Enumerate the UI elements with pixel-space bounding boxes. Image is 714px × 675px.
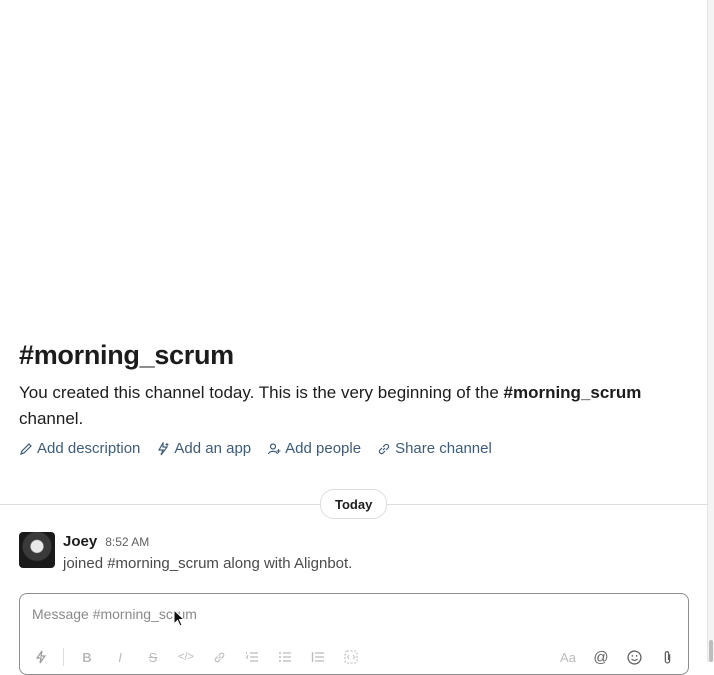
message-timestamp[interactable]: 8:52 AM (105, 532, 149, 552)
message-composer[interactable]: B I S </> Aa @ (19, 593, 689, 675)
message-input[interactable] (30, 605, 674, 623)
code-icon[interactable]: </> (175, 648, 197, 666)
add-description-button[interactable]: Add description (19, 440, 140, 457)
ordered-list-icon[interactable] (241, 648, 263, 666)
message-item[interactable]: Joey 8:52 AM joined #morning_scrum along… (19, 532, 352, 574)
channel-intro-text: You created this channel today. This is … (19, 380, 679, 432)
intro-suffix: channel. (19, 409, 84, 428)
channel-title: #morning_scrum (19, 340, 234, 370)
share-channel-label: Share channel (395, 440, 492, 457)
shortcuts-icon[interactable] (30, 648, 52, 666)
message-author[interactable]: Joey (63, 532, 97, 552)
add-app-label: Add an app (174, 440, 252, 457)
avatar[interactable] (19, 532, 55, 568)
composer-toolbar: B I S </> Aa @ (30, 648, 678, 666)
emoji-icon[interactable] (623, 648, 645, 666)
link-icon (378, 443, 390, 454)
add-people-button[interactable]: Add people (267, 440, 361, 457)
scrollbar-track[interactable] (707, 0, 714, 662)
channel-intro: #morning_scrum You created this channel … (19, 338, 679, 432)
mouse-cursor-icon (173, 608, 186, 627)
lightning-plus-icon (158, 441, 169, 455)
channel-actions: Add description Add an app Add people Sh… (19, 440, 492, 457)
intro-prefix: You created this channel today. This is … (19, 383, 504, 402)
link-icon[interactable] (208, 648, 230, 666)
formatting-icon[interactable]: Aa (557, 648, 579, 666)
day-divider-pill[interactable]: Today (320, 489, 388, 519)
code-block-icon[interactable] (340, 648, 362, 666)
scrollbar-thumb[interactable] (709, 640, 713, 662)
add-app-button[interactable]: Add an app (156, 440, 251, 457)
bulleted-list-icon[interactable] (274, 648, 296, 666)
message-header: Joey 8:52 AM (63, 532, 352, 552)
mention-icon[interactable]: @ (590, 648, 612, 666)
strikethrough-icon[interactable]: S (142, 648, 164, 666)
share-channel-button[interactable]: Share channel (377, 440, 492, 457)
blockquote-icon[interactable] (307, 648, 329, 666)
add-description-label: Add description (37, 440, 141, 457)
add-people-label: Add people (285, 440, 362, 457)
message-body: Joey 8:52 AM joined #morning_scrum along… (63, 532, 352, 574)
toolbar-separator (63, 648, 64, 666)
intro-channel-name: #morning_scrum (503, 383, 642, 402)
bold-icon[interactable]: B (76, 648, 98, 666)
person-plus-icon (268, 442, 281, 454)
attach-icon[interactable] (656, 648, 678, 666)
italic-icon[interactable]: I (109, 648, 131, 666)
pencil-icon (20, 442, 32, 455)
message-text: joined #morning_scrum along with Alignbo… (63, 555, 353, 572)
